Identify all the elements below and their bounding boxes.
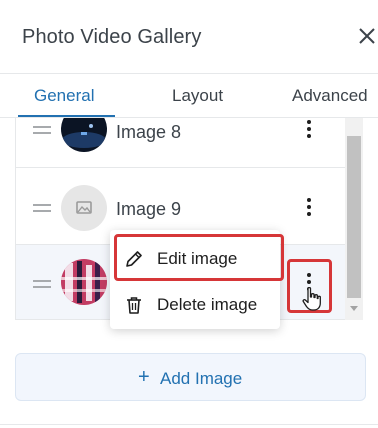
add-image-button[interactable]: + Add Image [15, 353, 366, 401]
drag-handle[interactable] [33, 204, 51, 212]
tab-general[interactable]: General [34, 86, 94, 106]
active-tab-indicator [18, 115, 115, 117]
edit-image-highlight [114, 234, 284, 281]
image-thumbnail [61, 118, 107, 152]
delete-image-label: Delete image [157, 295, 258, 314]
panel-title: Photo Video Gallery [22, 26, 202, 48]
drag-handle[interactable] [33, 126, 51, 134]
item-label: Image 9 [116, 199, 182, 219]
close-icon [359, 28, 375, 44]
gallery-settings-panel: Photo Video Gallery General Layout Advan… [0, 0, 378, 428]
item-label: Image 8 [116, 122, 182, 142]
item-options-button[interactable] [302, 118, 316, 140]
plus-icon: + [138, 366, 150, 388]
panel-header: Photo Video Gallery [0, 0, 378, 74]
close-button[interactable] [356, 24, 378, 48]
image-placeholder-icon [76, 201, 92, 214]
trash-icon [127, 297, 141, 314]
delete-image-menu-item[interactable]: Delete image [110, 284, 280, 324]
list-scrollbar[interactable] [345, 118, 363, 320]
image-thumbnail [61, 259, 107, 305]
drag-handle[interactable] [33, 280, 51, 288]
image-placeholder [61, 185, 107, 231]
tab-layout[interactable]: Layout [172, 86, 223, 106]
pointer-hand-icon [302, 286, 321, 311]
list-item[interactable]: Image 8 [16, 118, 346, 168]
divider [0, 424, 378, 425]
tab-bar: General Layout Advanced [0, 74, 378, 118]
scrollbar-thumb[interactable] [347, 136, 361, 298]
scroll-down-arrow-icon[interactable] [350, 306, 358, 311]
add-image-label: Add Image [160, 369, 243, 388]
tab-advanced[interactable]: Advanced [292, 86, 368, 106]
item-options-button[interactable] [302, 196, 316, 218]
image-context-menu: Edit image Delete image [110, 230, 284, 329]
